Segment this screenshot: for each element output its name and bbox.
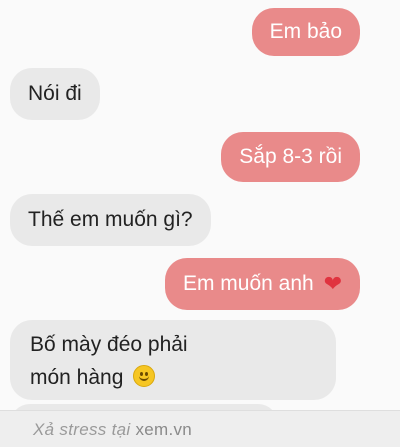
chat-thread: Em bảo Nói đi Sắp 8-3 rồi Thế em muốn gì… xyxy=(0,0,400,410)
sent-message[interactable]: Em muốn anh ❤ xyxy=(164,258,360,310)
message-text: Em bảo xyxy=(269,20,342,43)
message-line-1: Bố mày đéo phải xyxy=(30,333,188,356)
heart-icon: ❤ xyxy=(323,271,342,296)
sent-message[interactable]: Em bảo xyxy=(251,8,360,56)
received-message[interactable]: Thế em muốn gì? xyxy=(10,194,211,246)
sent-message[interactable]: Sắp 8-3 rồi xyxy=(221,132,360,182)
message-text: Thế em muốn gì? xyxy=(28,208,193,231)
message-line-2: món hàng xyxy=(30,366,124,389)
watermark-bar: Xả stress tại xem.vn xyxy=(0,410,400,447)
smile-icon xyxy=(133,365,156,387)
message-text: Em muốn anh xyxy=(182,272,314,295)
received-message[interactable]: Nói đi xyxy=(10,68,100,120)
watermark-text: Xả stress tại xem.vn xyxy=(33,420,192,440)
received-message[interactable]: Bố mày đéo phải món hàng xyxy=(10,320,336,400)
watermark-prefix: Xả stress tại xyxy=(33,420,136,439)
message-text: Nói đi xyxy=(28,82,82,105)
message-text: Sắp 8-3 rồi xyxy=(239,145,342,168)
watermark-site: xem.vn xyxy=(135,420,193,439)
